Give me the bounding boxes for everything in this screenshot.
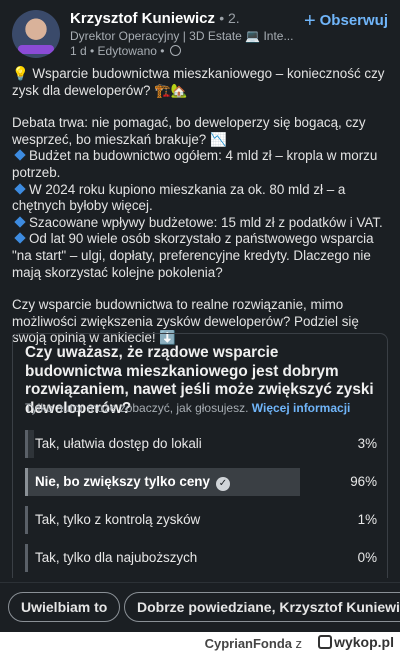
poll-option-label: Tak, ułatwia dostęp do lokali bbox=[35, 436, 202, 451]
poll-option[interactable]: Tak, tylko dla najuboższych 0% bbox=[25, 544, 377, 572]
post-meta: 1 d • Edytowano • bbox=[70, 44, 181, 58]
bullet-item: W 2024 roku kupiono mieszkania za ok. 80… bbox=[12, 181, 346, 214]
author-name[interactable]: Krzysztof Kuniewicz bbox=[70, 10, 215, 27]
author-avatar[interactable] bbox=[12, 10, 60, 58]
divider bbox=[0, 582, 400, 583]
bullet-item: Budżet na budownictwo ogółem: 4 mld zł –… bbox=[12, 148, 378, 180]
follow-button[interactable]: + Obserwuj bbox=[304, 10, 388, 33]
blue-diamond-icon bbox=[14, 216, 26, 228]
more-info-link[interactable]: Więcej informacji bbox=[252, 401, 351, 415]
watermark-bar: CyprianFonda z wykop.pl bbox=[0, 632, 400, 654]
poll-option-percent: 1% bbox=[357, 512, 377, 527]
poll-result-bar bbox=[25, 506, 28, 534]
poll-option[interactable]: Tak, ułatwia dostęp do lokali 3% bbox=[25, 430, 377, 458]
poll-option-label: Nie, bo zwiększy tylko ceny ✓ bbox=[35, 474, 230, 491]
poll-option-label: Tak, tylko dla najuboższych bbox=[35, 550, 198, 565]
blue-diamond-icon bbox=[14, 232, 26, 245]
follow-label: Obserwuj bbox=[319, 12, 388, 29]
post-intro: Debata trwa: nie pomagać, bo deweloperzy… bbox=[12, 115, 366, 147]
post-title-line: 💡 Wsparcie budownictwa mieszkaniowego – … bbox=[12, 66, 390, 99]
bullet-item: Od lat 90 wiele osób skorzystało z państ… bbox=[12, 231, 374, 280]
poll-privacy-note: Tylko autor może zobaczyć, jak głosujesz… bbox=[25, 401, 350, 415]
linkedin-post-screen: Krzysztof Kuniewicz • 2. Dyrektor Operac… bbox=[0, 0, 400, 632]
post-title: Wsparcie budownictwa mieszkaniowego – ko… bbox=[12, 66, 385, 98]
lightbulb-icon: 💡 bbox=[12, 66, 29, 81]
poll-option-selected[interactable]: Nie, bo zwiększy tylko ceny ✓ 96% bbox=[25, 468, 377, 496]
poll-result-bar bbox=[25, 430, 34, 458]
watermark-sep: z bbox=[295, 636, 303, 651]
post-text: 💡 Wsparcie budownictwa mieszkaniowego – … bbox=[12, 66, 390, 347]
wykop-logo: wykop.pl bbox=[318, 634, 394, 650]
check-icon: ✓ bbox=[215, 477, 230, 491]
poll-result-bar bbox=[25, 544, 28, 572]
reaction-chip-well-said[interactable]: Dobrze powiedziane, Krzysztof Kuniewicz bbox=[124, 592, 400, 622]
wykop-icon bbox=[318, 635, 333, 649]
author-headline: Dyrektor Operacyjny | 3D Estate 💻 Inte..… bbox=[70, 29, 294, 43]
open-to-work-badge bbox=[18, 45, 54, 54]
poll-note-text: Tylko autor może zobaczyć, jak głosujesz… bbox=[25, 401, 249, 415]
poll-card: Czy uważasz, że rządowe wsparcie budowni… bbox=[12, 333, 388, 578]
watermark-user: CyprianFonda bbox=[204, 636, 292, 651]
poll-option[interactable]: Tak, tylko z kontrolą zysków 1% bbox=[25, 506, 377, 534]
globe-icon bbox=[169, 45, 181, 56]
connection-degree: • 2. bbox=[219, 10, 240, 26]
poll-option-percent: 96% bbox=[350, 474, 377, 489]
poll-option-percent: 3% bbox=[357, 436, 377, 451]
post-time: 1 d • Edytowano • bbox=[70, 44, 165, 58]
reaction-chip-love[interactable]: Uwielbiam to bbox=[8, 592, 121, 622]
blue-diamond-icon bbox=[14, 182, 26, 195]
blue-diamond-icon bbox=[14, 149, 26, 162]
poll-option-percent: 0% bbox=[357, 550, 377, 565]
bullet-item: Szacowane wpływy budżetowe: 15 mld zł z … bbox=[12, 215, 390, 232]
post-header: Krzysztof Kuniewicz • 2. Dyrektor Operac… bbox=[12, 10, 388, 58]
author-name-row[interactable]: Krzysztof Kuniewicz • 2. bbox=[70, 10, 240, 27]
poll-option-label: Tak, tylko z kontrolą zysków bbox=[35, 512, 201, 527]
plus-icon: + bbox=[303, 10, 316, 32]
